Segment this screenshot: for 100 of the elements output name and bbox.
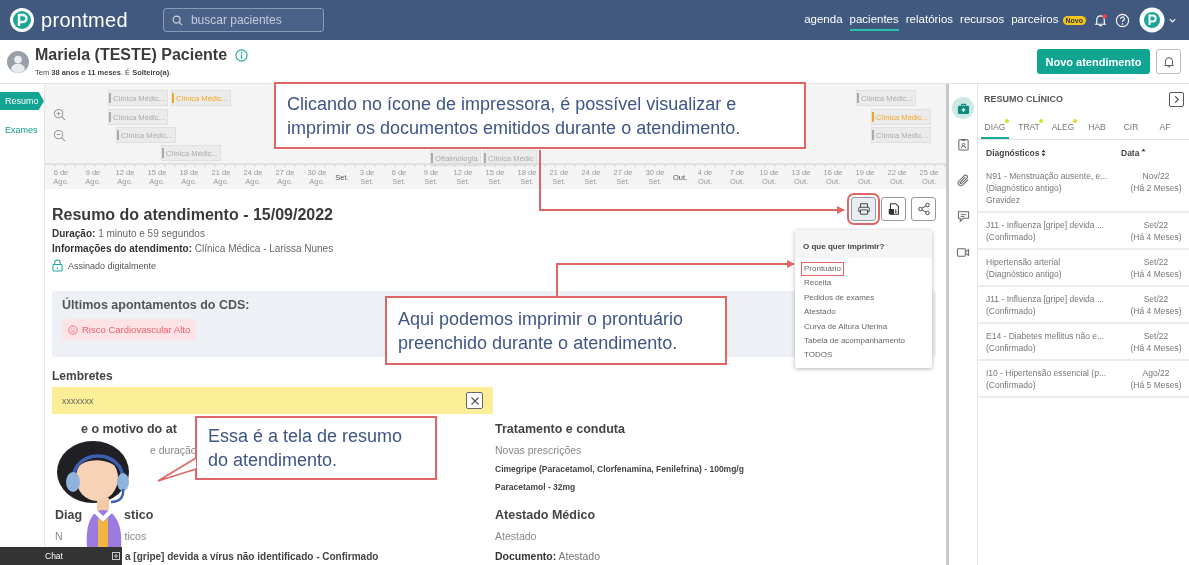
notification-button[interactable] [1156,49,1181,74]
section-text: e duração [150,444,197,456]
menu-item[interactable]: Atestado [801,305,839,320]
table-cell-text: I10 - Hipertensão essencial (p... [986,367,1107,379]
side-tab[interactable]: Exames [0,121,44,139]
risk-alert: Risco Cardiovascular Alto [62,319,197,340]
section-text: Novas prescrições [495,444,582,456]
table-cell: (Há 4 Meses) [1130,305,1182,317]
table-cell-text: N91 - Menstruação ausente, e... [986,170,1109,182]
expand-icon[interactable] [112,552,120,560]
table-cell-text: (Confirmado) [986,305,1037,317]
document-icon [886,202,901,216]
panel-title: RESUMO CLÍNICO [984,94,1063,104]
table-cell: Nov/22 [1142,170,1170,182]
section-text: Atestado [495,530,537,542]
document-text: Documento: Atestado [495,550,601,562]
nav-link[interactable]: agenda [804,9,843,31]
logo-icon [9,7,35,33]
callout-text: Aqui podemos imprimir o prontuário preenchido durante o atendimento. [398,307,685,355]
nav-link[interactable]: pacientes [849,9,899,31]
summary-tab[interactable]: ALEG [1049,114,1077,139]
summary-tab[interactable]: HAB [1083,114,1111,139]
chevron-right-icon [1172,94,1181,104]
logo-text: prontmed [41,8,128,32]
reminders-title: Lembretes [52,369,114,383]
table-cell-text: (Confirmado) [986,231,1037,243]
table-cell-text: J11 - Influenza [gripe] devida ... [986,219,1105,231]
profile-avatar[interactable] [1139,7,1165,33]
section-heading: Atestado Médico [495,508,595,522]
menu-item[interactable]: Tabela de acompanhamento [801,334,908,349]
table-cell-text: Gravidez [986,194,1021,206]
table-cell: (Há 4 Meses) [1130,231,1182,243]
share-button[interactable] [911,197,936,221]
menu-item[interactable]: TODOS [801,348,836,363]
table-cell-text: J11 - Influenza [gripe] devida ... [986,293,1105,305]
lock-icon [52,259,63,272]
prescription-item: Paracetamol - 32mg [495,482,576,492]
table-cell-text: (Confirmado) [986,379,1037,391]
summary-tab[interactable]: AF [1151,114,1179,139]
callout-text: Essa é a tela de resumo do atendimento. [208,425,404,472]
search-field[interactable]: buscar pacientes [162,8,324,32]
appointment-info: Informações do atendimento: Clínica Médica - Larissa Nunes [52,243,334,254]
sad-face-icon [68,324,78,335]
share-icon [916,202,931,216]
printer-icon [856,202,871,216]
bell-icon [1161,54,1176,69]
close-button[interactable] [466,392,483,409]
help-icon[interactable] [1115,12,1130,28]
menu-item[interactable]: Prontuário [801,262,844,277]
menu-item[interactable]: Pedidos de exames [801,290,878,306]
column-header[interactable]: Data [1121,148,1147,158]
chat-label: Chat [45,551,63,561]
table-cell: (Há 4 Meses) [1130,342,1182,354]
side-tab[interactable]: Resumo [0,92,44,110]
diagnosis-item: a [gripe] devida a vírus não identificado - Confirmado [125,551,379,562]
section-heading: e o motivo do at [81,422,177,436]
table-cell: Set/22 [1143,293,1169,305]
document-button[interactable] [881,197,906,221]
reminder-text: xxxxxxx [62,395,94,406]
summary-title: Resumo do atendimento - 15/09/2022 [52,206,334,224]
menu-item[interactable]: Receita [801,276,835,291]
avatar-icon [7,50,29,73]
new-appointment-button[interactable]: Novo atendimento [1037,49,1150,74]
menu-item[interactable]: Curva de Altura Uterina [801,319,891,335]
cds-title: Últimos apontamentos do CDS: [62,298,250,312]
sort-icon [1041,149,1047,157]
column-header[interactable]: Diagnósticos [986,148,1121,158]
table-cell: (Há 2 Meses) [1130,182,1182,194]
medical-kit-icon[interactable] [952,97,974,119]
table-cell: (Há 5 Meses) [1130,379,1182,391]
summary-tab[interactable]: CIR [1117,114,1145,139]
patient-name: Mariela (TESTE) Paciente [35,46,228,64]
prescription-item: Cimegripe (Paracetamol, Clorfenamina, Fenilefrina) - 100mg/g [495,464,744,474]
close-icon [469,395,480,406]
nav-link[interactable]: recursos [960,9,1005,31]
table-cell-text: (Diagnóstico antigo) [986,268,1063,280]
bell-icon[interactable] [1093,12,1108,28]
section-heading: stico [124,508,154,522]
nav-link[interactable]: parceiros [1011,9,1059,31]
callout-text: Clicando no ícone de impressora, é possível visualizar e imprimir os documentos emitidos durante o atendimento. [287,92,742,140]
sort-up-icon [1141,148,1147,152]
summary-tab[interactable]: TRAT [1015,114,1043,139]
section-text: N [55,530,63,542]
nav-link[interactable]: relatórios [905,9,954,31]
section-heading: Diag [55,508,83,522]
table-cell-text: (Confirmado) [986,342,1037,354]
section-heading: Tratamento e conduta [495,422,625,436]
info-icon[interactable] [235,48,249,62]
table-cell-text: Hipertensão arterial [986,256,1062,268]
table-cell: Set/22 [1143,330,1169,342]
duration-text: Duração: 1 minuto e 59 segundos [52,228,206,239]
table-cell: (Há 4 Meses) [1130,268,1182,280]
expand-button[interactable] [1169,91,1184,107]
summary-tab[interactable]: DIAG [981,114,1009,139]
chat-bar[interactable]: Chat [0,547,122,565]
table-cell-text: E14 - Diabetes mellitus não e... [986,330,1106,342]
search-icon [171,15,183,26]
table-cell: Set/22 [1143,219,1169,231]
table-cell: Ago/22 [1142,367,1170,379]
signed-label: Assinado digitalmente [68,260,157,271]
